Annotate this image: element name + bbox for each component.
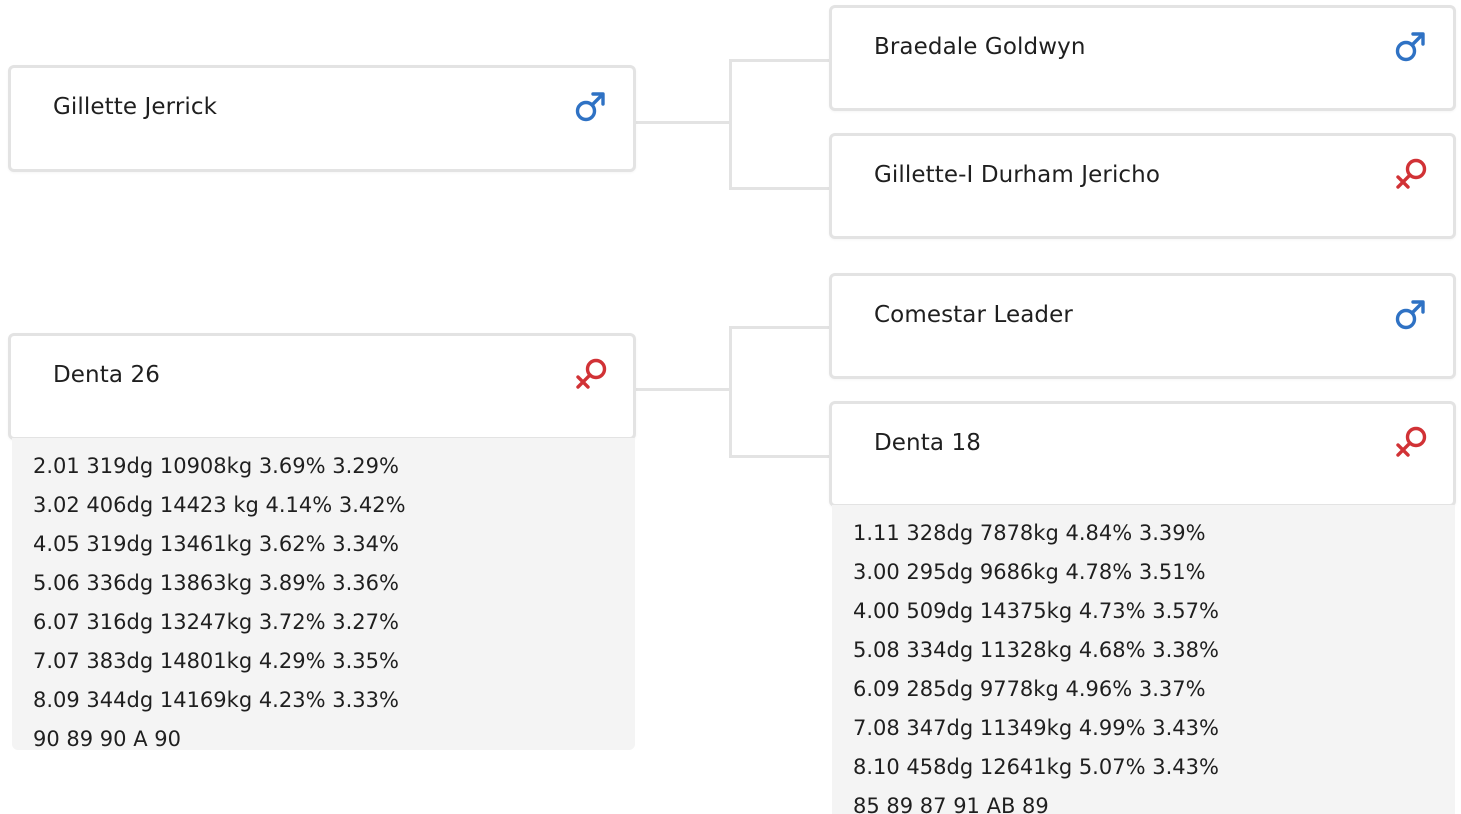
female-symbol-icon bbox=[1396, 158, 1427, 189]
connector-sire-bottom bbox=[729, 187, 830, 190]
classification-line: 90 89 90 A 90 bbox=[33, 727, 181, 750]
record-line: 5.06 336dg 13863kg 3.89% 3.36% bbox=[33, 571, 399, 595]
connector-dam-top bbox=[729, 326, 830, 329]
animal-name: Gillette-I Durham Jericho bbox=[874, 162, 1161, 188]
male-symbol-icon bbox=[1395, 300, 1425, 330]
animal-card-dam-sire[interactable]: Comestar Leader bbox=[829, 273, 1456, 379]
record-line: 4.05 319dg 13461kg 3.62% 3.34% bbox=[33, 532, 399, 556]
record-line: 2.01 319dg 10908kg 3.69% 3.29% bbox=[33, 454, 399, 478]
connector-sire-vertical bbox=[729, 59, 732, 189]
animal-name: Denta 18 bbox=[874, 430, 981, 456]
production-records-dam-dam: 1.11 328dg 7878kg 4.84% 3.39% 3.00 295dg… bbox=[832, 505, 1455, 814]
animal-card-sire[interactable]: Gillette Jerrick bbox=[8, 65, 636, 172]
record-line: 8.10 458dg 12641kg 5.07% 3.43% bbox=[853, 755, 1219, 779]
animal-card-sire-dam[interactable]: Gillette-I Durham Jericho bbox=[829, 133, 1456, 239]
animal-card-dam[interactable]: Denta 26 bbox=[8, 333, 636, 440]
animal-name: Braedale Goldwyn bbox=[874, 34, 1086, 60]
connector-dam-horizontal bbox=[634, 388, 732, 391]
record-line: 7.07 383dg 14801kg 4.29% 3.35% bbox=[33, 649, 399, 673]
animal-name: Denta 26 bbox=[53, 362, 160, 388]
record-line: 5.08 334dg 11328kg 4.68% 3.38% bbox=[853, 638, 1219, 662]
connector-dam-bottom bbox=[729, 455, 830, 458]
animal-card-sire-sire[interactable]: Braedale Goldwyn bbox=[829, 5, 1456, 111]
record-line: 3.00 295dg 9686kg 4.78% 3.51% bbox=[853, 560, 1206, 584]
record-line: 1.11 328dg 7878kg 4.84% 3.39% bbox=[853, 521, 1206, 545]
record-line: 7.08 347dg 11349kg 4.99% 3.43% bbox=[853, 716, 1219, 740]
production-records-dam: 2.01 319dg 10908kg 3.69% 3.29% 3.02 406d… bbox=[12, 438, 635, 750]
connector-sire-horizontal bbox=[634, 121, 732, 124]
record-line: 6.07 316dg 13247kg 3.72% 3.27% bbox=[33, 610, 399, 634]
male-symbol-icon bbox=[575, 92, 605, 122]
classification-line: 85 89 87 91 AB 89 bbox=[853, 794, 1049, 814]
record-line: 8.09 344dg 14169kg 4.23% 3.33% bbox=[33, 688, 399, 712]
animal-name: Comestar Leader bbox=[874, 302, 1073, 328]
animal-card-dam-dam[interactable]: Denta 18 bbox=[829, 401, 1456, 507]
record-line: 4.00 509dg 14375kg 4.73% 3.57% bbox=[853, 599, 1219, 623]
female-symbol-icon bbox=[1396, 426, 1427, 457]
male-symbol-icon bbox=[1395, 32, 1425, 62]
female-symbol-icon bbox=[576, 358, 607, 389]
connector-sire-top bbox=[729, 59, 830, 62]
record-line: 3.02 406dg 14423 kg 4.14% 3.42% bbox=[33, 493, 406, 517]
pedigree-tree: Gillette Jerrick Denta 26 2.01 319dg 109… bbox=[0, 0, 1461, 814]
connector-dam-vertical bbox=[729, 326, 732, 457]
animal-name: Gillette Jerrick bbox=[53, 94, 218, 120]
record-line: 6.09 285dg 9778kg 4.96% 3.37% bbox=[853, 677, 1206, 701]
